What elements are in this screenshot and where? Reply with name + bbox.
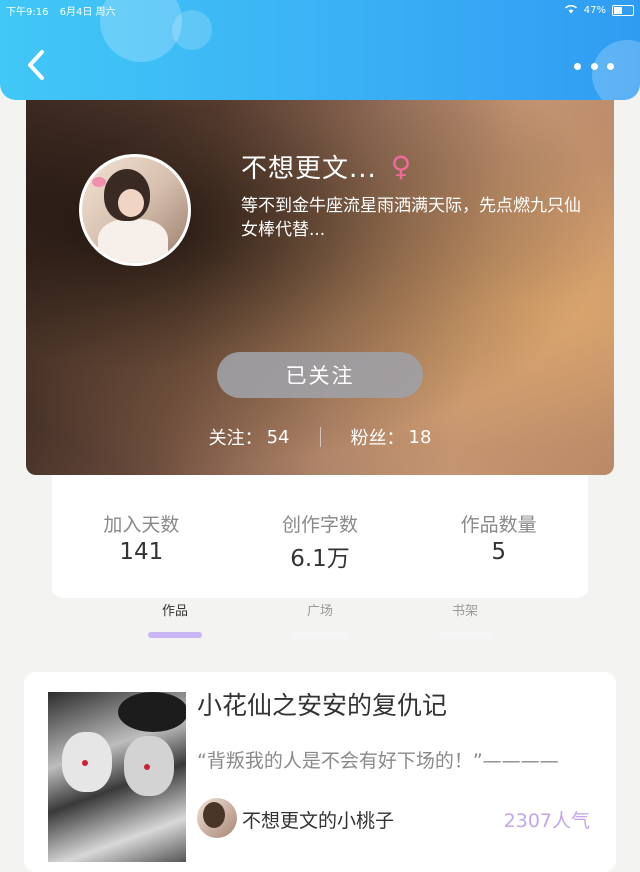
stat-label: 创作字数 bbox=[281, 514, 358, 536]
popularity-count: 2307人气 bbox=[503, 810, 590, 832]
tab-indicator bbox=[148, 632, 202, 638]
tab-square[interactable]: 广场 bbox=[280, 600, 360, 638]
work-title[interactable]: 小花仙之安安的复仇记 bbox=[197, 686, 447, 722]
stat-word-count: 创作字数 6.1万 bbox=[240, 510, 400, 573]
following-value: 54 bbox=[266, 426, 290, 448]
chevron-left-icon bbox=[28, 50, 44, 80]
more-button[interactable] bbox=[574, 56, 614, 76]
top-bar: 下午9:16 6月4日 周六 47% bbox=[0, 0, 640, 100]
back-button[interactable] bbox=[22, 48, 50, 82]
wifi-icon bbox=[564, 4, 578, 17]
tab-bookshelf[interactable]: 书架 bbox=[425, 600, 505, 638]
stat-value: 5 bbox=[491, 539, 506, 565]
status-bar: 下午9:16 6月4日 周六 47% bbox=[6, 2, 634, 18]
tab-works[interactable]: 作品 bbox=[135, 600, 215, 638]
status-right: 47% bbox=[564, 4, 634, 17]
tab-bar: 作品 广场 书架 bbox=[0, 600, 640, 646]
divider bbox=[319, 427, 321, 447]
work-card[interactable]: 小花仙之安安的复仇记 “背叛我的人是不会有好下场的！”———— 不想更文的小桃子… bbox=[24, 672, 616, 872]
author-name: 不想更文的小桃子 bbox=[242, 810, 395, 832]
name-row: 不想更文... ♀ bbox=[241, 148, 411, 185]
battery-percent: 47% bbox=[583, 4, 606, 16]
stat-label: 加入天数 bbox=[103, 514, 180, 536]
stats-card: 加入天数 141 创作字数 6.1万 作品数量 5 bbox=[52, 470, 588, 598]
female-icon: ♀ bbox=[390, 149, 412, 183]
work-summary: “背叛我的人是不会有好下场的！”———— bbox=[197, 750, 559, 772]
more-dot bbox=[590, 62, 598, 70]
book-cover[interactable] bbox=[48, 692, 186, 862]
user-bio: 等不到金牛座流星雨洒满天际，先点燃九只仙女棒代替... bbox=[241, 196, 581, 240]
more-dot bbox=[574, 62, 581, 70]
user-avatar[interactable] bbox=[79, 154, 191, 266]
status-left: 下午9:16 6月4日 周六 bbox=[6, 3, 116, 18]
profile-card: 不想更文... ♀ 等不到金牛座流星雨洒满天际，先点燃九只仙女棒代替... 已关… bbox=[26, 96, 614, 475]
tab-label: 广场 bbox=[306, 604, 333, 619]
status-date: 6月4日 周六 bbox=[59, 6, 116, 18]
tab-indicator bbox=[293, 632, 347, 638]
stat-value: 6.1万 bbox=[290, 546, 350, 572]
battery-icon bbox=[612, 4, 634, 16]
follow-counts: 关注： 54 粉丝： 18 bbox=[26, 424, 614, 450]
tab-indicator bbox=[438, 632, 492, 638]
fans-label: 粉丝： bbox=[350, 428, 405, 449]
following-count[interactable]: 关注： 54 bbox=[209, 424, 290, 450]
stat-value: 141 bbox=[119, 539, 164, 565]
following-label: 关注： bbox=[208, 428, 263, 449]
status-time: 下午9:16 bbox=[6, 6, 49, 18]
user-name: 不想更文... bbox=[241, 154, 377, 184]
stat-works-count: 作品数量 5 bbox=[419, 510, 579, 565]
fans-count[interactable]: 粉丝： 18 bbox=[351, 424, 432, 450]
follow-button[interactable]: 已关注 bbox=[217, 352, 423, 398]
more-dot bbox=[607, 62, 614, 70]
author-avatar bbox=[197, 798, 237, 838]
tab-label: 作品 bbox=[161, 604, 188, 619]
tab-label: 书架 bbox=[451, 604, 478, 619]
stat-join-days: 加入天数 141 bbox=[61, 510, 221, 565]
fans-value: 18 bbox=[408, 426, 432, 448]
stat-label: 作品数量 bbox=[460, 514, 537, 536]
